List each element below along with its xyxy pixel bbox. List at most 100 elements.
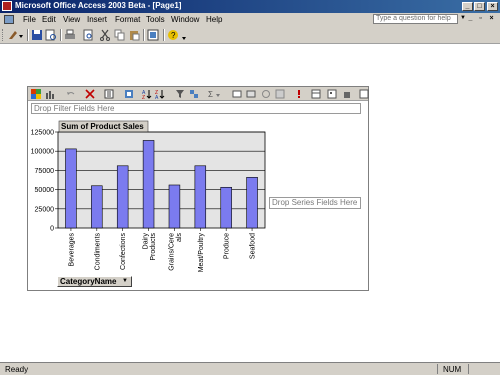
- y-tick-label: 50000: [35, 187, 55, 194]
- hide-details-icon[interactable]: [246, 89, 256, 99]
- commands-options-icon[interactable]: [311, 89, 321, 99]
- minimize-button[interactable]: _: [462, 2, 473, 11]
- office-logo-icon[interactable]: [31, 89, 41, 99]
- doc-restore-button[interactable]: ▫: [476, 15, 485, 24]
- file-search-icon[interactable]: [45, 29, 57, 41]
- bar[interactable]: [220, 186, 232, 229]
- doc-close-button[interactable]: ×: [487, 15, 496, 24]
- y-tick-label: 100000: [31, 149, 54, 156]
- menu-window[interactable]: Window: [171, 15, 199, 24]
- view-icon[interactable]: [8, 29, 24, 41]
- toolbar-separator: [27, 29, 29, 41]
- x-tick-label: Confections: [120, 233, 127, 270]
- sort-descending-icon[interactable]: ZA: [155, 89, 165, 101]
- main-toolbar: ?: [0, 26, 500, 44]
- x-tick-label: Seafood: [250, 233, 257, 259]
- x-tick-label: Grains/Cereals: [168, 233, 183, 271]
- x-tick-label-line: Produce: [224, 233, 231, 259]
- bar[interactable]: [91, 185, 103, 229]
- drop-series-fields-area[interactable]: Drop Series Fields Here: [269, 197, 361, 209]
- svg-text:?: ?: [171, 31, 176, 40]
- data-field-label: Sum of Product Sales: [61, 122, 144, 131]
- drop-areas-icon[interactable]: [342, 89, 352, 99]
- autocalc-icon[interactable]: Σ: [208, 89, 222, 99]
- save-icon[interactable]: [31, 29, 43, 41]
- y-tick-label: 125000: [31, 130, 54, 137]
- x-tick-label-line: Seafood: [250, 233, 257, 259]
- x-tick-label: Condiments: [94, 233, 101, 271]
- refresh-icon[interactable]: [261, 89, 271, 99]
- status-num-lock: NUM: [443, 365, 462, 374]
- plot-area: [57, 131, 266, 229]
- toolbar-options-icon[interactable]: [181, 29, 187, 41]
- toolbar-separator: [163, 29, 165, 41]
- document-icon[interactable]: [4, 15, 14, 24]
- filter-icon[interactable]: [175, 89, 185, 99]
- x-tick-label-line: Products: [150, 233, 157, 261]
- status-divider: [437, 364, 438, 374]
- menu-help[interactable]: Help: [206, 15, 222, 24]
- toolbar-separator: [60, 29, 62, 41]
- properties-icon[interactable]: [104, 89, 114, 99]
- y-tick-label: 25000: [35, 206, 55, 213]
- x-tick-label-line: Beverages: [68, 233, 75, 267]
- show-details-icon[interactable]: [232, 89, 242, 99]
- category-dropdown-icon[interactable]: ▼: [122, 277, 128, 286]
- field-list-icon[interactable]: [147, 29, 159, 41]
- drop-filter-fields-area[interactable]: Drop Filter Fields Here: [31, 103, 361, 114]
- toolbar-separator: [143, 29, 145, 41]
- x-tick-label-line: als: [176, 233, 183, 242]
- menu-edit[interactable]: Edit: [42, 15, 56, 24]
- menu-format[interactable]: Format: [115, 15, 140, 24]
- print-icon[interactable]: [64, 29, 76, 41]
- bar[interactable]: [194, 165, 207, 229]
- copy-icon[interactable]: [114, 29, 126, 41]
- bar[interactable]: [246, 177, 258, 229]
- menu-tools[interactable]: Tools: [146, 15, 165, 24]
- bar[interactable]: [168, 184, 181, 229]
- print-preview-icon[interactable]: [82, 29, 94, 41]
- menu-view[interactable]: View: [63, 15, 80, 24]
- close-button[interactable]: ×: [487, 2, 498, 11]
- status-bar: Ready NUM: [0, 362, 500, 375]
- undo-icon[interactable]: [66, 89, 76, 99]
- sort-ascending-icon[interactable]: AZ: [142, 89, 152, 101]
- legend-icon[interactable]: [327, 89, 337, 99]
- category-field-label: CategoryName: [60, 277, 117, 286]
- toolbar-more-icon[interactable]: [359, 89, 369, 99]
- menu-insert[interactable]: Insert: [87, 15, 107, 24]
- menu-file[interactable]: File: [23, 15, 36, 24]
- title-bar: Microsoft Office Access 2003 Beta - [Pag…: [0, 0, 500, 13]
- x-tick-label: Meat/Poultry: [198, 233, 205, 273]
- delete-icon[interactable]: [85, 89, 95, 99]
- toolbar-grip[interactable]: [2, 29, 5, 41]
- y-tick-label: 0: [50, 226, 54, 233]
- bar[interactable]: [116, 165, 129, 229]
- menu-bar: File Edit View Insert Format Tools Windo…: [0, 13, 500, 26]
- x-tick-label: Produce: [224, 233, 231, 259]
- doc-minimize-button[interactable]: _: [466, 15, 475, 24]
- status-ready: Ready: [5, 365, 29, 374]
- group-icon[interactable]: [189, 89, 199, 99]
- x-tick-label-line: Grains/Cere: [168, 233, 175, 271]
- x-tick-label: Beverages: [68, 233, 75, 267]
- status-divider: [468, 364, 469, 374]
- help-icon[interactable]: ?: [167, 29, 179, 41]
- maximize-button[interactable]: □: [474, 2, 485, 11]
- category-field-button[interactable]: CategoryName ▼: [57, 276, 132, 287]
- svg-text:A: A: [155, 95, 159, 99]
- y-tick-label: 75000: [35, 168, 55, 175]
- bar[interactable]: [142, 140, 155, 229]
- chart-type-icon[interactable]: [45, 89, 55, 99]
- help-search-input[interactable]: Type a question for help: [373, 14, 458, 24]
- svg-text:Z: Z: [142, 95, 145, 99]
- access-app-icon[interactable]: [2, 1, 12, 11]
- paste-icon[interactable]: [128, 29, 140, 41]
- field-list-icon[interactable]: [124, 89, 134, 99]
- window-title: Microsoft Office Access 2003 Beta - [Pag…: [15, 1, 182, 10]
- exclamation-icon[interactable]: [294, 89, 304, 99]
- export-icon[interactable]: [275, 89, 285, 99]
- bar[interactable]: [65, 148, 77, 229]
- bar-chart: Sum of Product Sales 0 25000 50000 75000 1000…: [31, 120, 266, 273]
- cut-icon[interactable]: [99, 29, 111, 41]
